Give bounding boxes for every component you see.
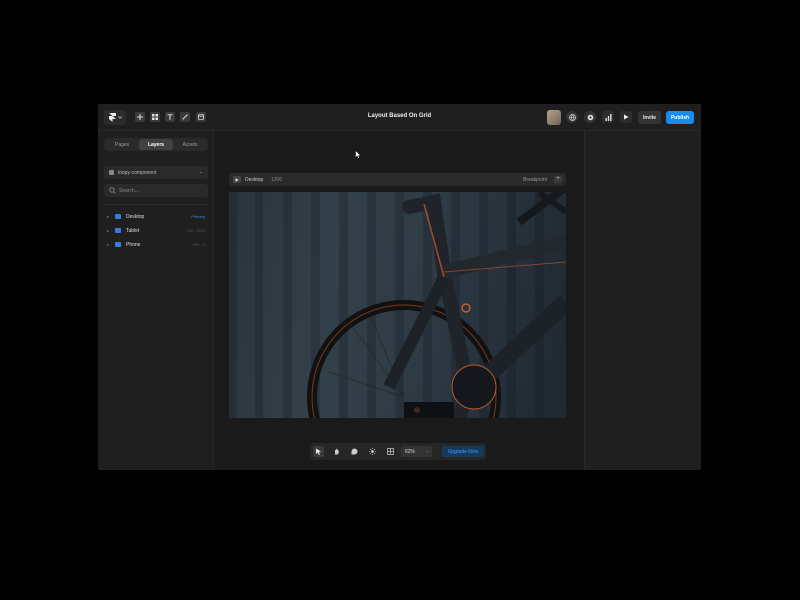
- layer-meta: Primary: [191, 214, 205, 219]
- hand-icon[interactable]: [331, 446, 342, 457]
- publish-button[interactable]: Publish: [666, 111, 694, 124]
- component-select-value: loopy-component: [118, 169, 157, 176]
- layer-item-phone[interactable]: ▸ Phone 809 - 0: [98, 239, 214, 251]
- breakpoint-width: 1200: [271, 177, 283, 183]
- layer-item-desktop[interactable]: ▸ Desktop Primary: [98, 211, 214, 223]
- bottom-toolbar: 62% ⌄ Upgrade Now: [310, 443, 486, 460]
- avatar[interactable]: [547, 110, 561, 125]
- layer-name: Desktop: [126, 214, 145, 220]
- properties-panel: [584, 131, 701, 470]
- settings-icon[interactable]: [584, 111, 596, 123]
- layer-name: Tablet: [126, 228, 140, 234]
- expand-arrow-icon[interactable]: ▸: [107, 228, 109, 233]
- divider: [104, 204, 208, 205]
- zoom-select[interactable]: 62% ⌄: [401, 446, 432, 457]
- preview-play-icon[interactable]: [233, 176, 241, 183]
- layer-meta: 768 - 1199: [186, 228, 205, 233]
- search-icon: [109, 187, 116, 194]
- chevron-down-icon: ⌄: [425, 448, 429, 453]
- play-icon[interactable]: [620, 111, 632, 123]
- pointer-icon[interactable]: [313, 446, 324, 457]
- breakpoint-label[interactable]: Breakpoint: [523, 177, 547, 183]
- left-sidebar: Pages Layers Assets loopy-component ⌄ Se…: [98, 131, 214, 470]
- add-breakpoint-button[interactable]: +: [554, 176, 562, 183]
- expand-arrow-icon[interactable]: ▸: [107, 242, 109, 247]
- layer-meta: 809 - 0: [192, 242, 205, 247]
- breakpoint-bar[interactable]: Desktop 1200 Breakpoint +: [229, 173, 566, 186]
- bicycle-illustration: [229, 192, 566, 418]
- component-select[interactable]: loopy-component ⌄: [104, 166, 208, 179]
- layer-name: Phone: [126, 242, 141, 248]
- chevron-down-icon: ⌄: [198, 169, 203, 175]
- component-icon: [109, 170, 114, 175]
- top-bar: Layout Based On Grid Invite Publish: [98, 104, 701, 131]
- breakpoint-device: Desktop: [245, 177, 264, 183]
- comment-icon[interactable]: [349, 446, 360, 457]
- layer-item-tablet[interactable]: ▸ Tablet 768 - 1199: [98, 225, 214, 237]
- search-input[interactable]: Search...: [104, 184, 208, 197]
- globe-icon[interactable]: [566, 111, 578, 123]
- hero-image[interactable]: [229, 192, 566, 418]
- search-placeholder: Search...: [119, 187, 140, 194]
- tab-layers[interactable]: Layers: [139, 139, 173, 150]
- analytics-icon[interactable]: [602, 111, 614, 123]
- app-window: Layout Based On Grid Invite Publish Page…: [98, 104, 701, 470]
- breakpoint-icon: [115, 242, 121, 247]
- breakpoint-icon: [115, 228, 121, 233]
- sidebar-tabs: Pages Layers Assets: [104, 138, 208, 151]
- canvas[interactable]: Desktop 1200 Breakpoint + 62% ⌄ Upgrade …: [214, 131, 584, 470]
- tab-assets[interactable]: Assets: [173, 139, 207, 150]
- upgrade-button[interactable]: Upgrade Now: [442, 446, 484, 457]
- expand-arrow-icon[interactable]: ▸: [107, 214, 109, 219]
- tab-pages[interactable]: Pages: [105, 139, 139, 150]
- zoom-value: 62%: [405, 448, 416, 455]
- breakpoint-icon: [115, 214, 121, 219]
- grid-icon[interactable]: [385, 446, 396, 457]
- invite-button[interactable]: Invite: [638, 111, 661, 124]
- sun-icon[interactable]: [367, 446, 378, 457]
- mouse-cursor-icon: [355, 150, 361, 159]
